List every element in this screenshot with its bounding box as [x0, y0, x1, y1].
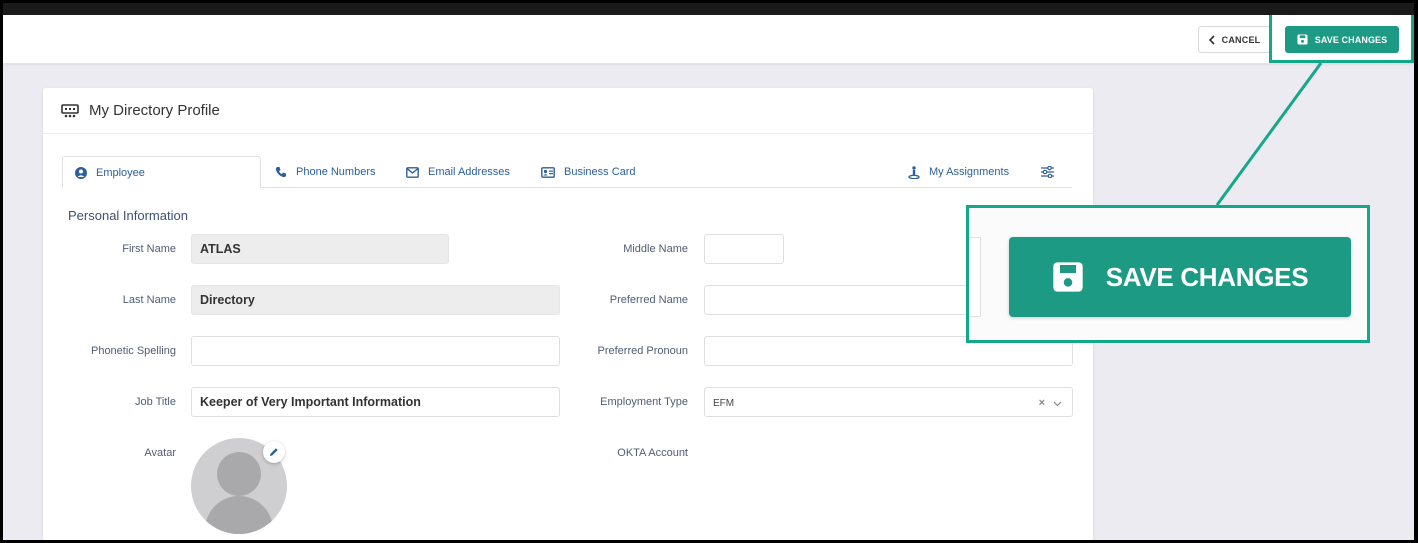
top-toolbar: CANCEL SAVE CHANGES [3, 15, 1414, 64]
envelope-icon [406, 166, 419, 178]
middle-name-field[interactable] [704, 234, 784, 264]
tab-employee[interactable]: Employee [62, 156, 261, 189]
tab-employee-label: Employee [96, 166, 145, 179]
tab-phone-numbers-label: Phone Numbers [296, 166, 376, 178]
employment-type-label: Employment Type [600, 396, 688, 408]
sliders-icon [1041, 166, 1054, 178]
user-circle-icon [75, 166, 87, 179]
profile-tabs: Employee Phone Numbers Email Addresses B… [62, 156, 1072, 189]
tab-settings[interactable] [1041, 156, 1054, 188]
last-name-field[interactable]: Directory [191, 285, 560, 315]
tab-email-addresses[interactable]: Email Addresses [406, 156, 510, 188]
directory-icon [61, 103, 79, 118]
tab-business-card[interactable]: Business Card [541, 156, 636, 188]
zoom-save-changes-label: SAVE CHANGES [1105, 261, 1309, 292]
card-title: My Directory Profile [89, 102, 220, 119]
zoom-callout-field-edge [969, 237, 981, 317]
zoom-save-changes-button: SAVE CHANGES [1009, 237, 1351, 317]
middle-name-label: Middle Name [623, 243, 688, 255]
employment-type-select[interactable]: EFM × [704, 387, 1073, 417]
card-header: My Directory Profile [43, 88, 1093, 134]
section-title: Personal Information [68, 208, 188, 223]
chevron-left-icon [1208, 34, 1216, 45]
okta-account-label: OKTA Account [617, 447, 688, 459]
tab-phone-numbers[interactable]: Phone Numbers [275, 156, 376, 188]
directory-profile-card: My Directory Profile Employee Phone Numb… [43, 88, 1093, 540]
cancel-button[interactable]: CANCEL [1198, 26, 1270, 53]
avatar-head [217, 452, 261, 496]
job-title-field[interactable]: Keeper of Very Important Information [191, 387, 560, 417]
save-changes-label: SAVE CHANGES [1314, 34, 1388, 45]
id-card-icon [541, 166, 555, 178]
save-changes-button[interactable]: SAVE CHANGES [1285, 26, 1399, 53]
phonetic-spelling-field[interactable] [191, 336, 560, 366]
employment-type-value: EFM [713, 398, 735, 409]
clear-icon[interactable]: × [1039, 395, 1045, 412]
cancel-button-label: CANCEL [1221, 34, 1261, 45]
person-pin-icon [908, 165, 920, 179]
preferred-pronoun-label: Preferred Pronoun [597, 345, 689, 357]
app-window: CANCEL SAVE CHANGES My Directory Profile [3, 3, 1414, 540]
avatar-label: Avatar [144, 447, 176, 459]
zoom-callout: SAVE CHANGES [966, 205, 1370, 343]
pencil-icon [269, 447, 279, 457]
avatar-body [205, 496, 273, 534]
floppy-disk-icon [1297, 34, 1308, 45]
avatar-edit-button[interactable] [263, 441, 285, 463]
first-name-field[interactable]: ATLAS [191, 234, 449, 264]
preferred-name-label: Preferred Name [609, 294, 688, 306]
chevron-down-icon[interactable] [1053, 395, 1062, 412]
phone-icon [275, 166, 287, 178]
tab-business-card-label: Business Card [564, 166, 636, 178]
phonetic-spelling-label: Phonetic Spelling [90, 345, 176, 357]
tab-my-assignments[interactable]: My Assignments [908, 156, 1009, 188]
floppy-disk-icon [1052, 261, 1084, 293]
tab-my-assignments-label: My Assignments [929, 166, 1010, 178]
last-name-label: Last Name [122, 294, 176, 306]
tab-email-addresses-label: Email Addresses [428, 166, 510, 178]
job-title-label: Job Title [135, 396, 176, 408]
first-name-label: First Name [122, 243, 176, 255]
